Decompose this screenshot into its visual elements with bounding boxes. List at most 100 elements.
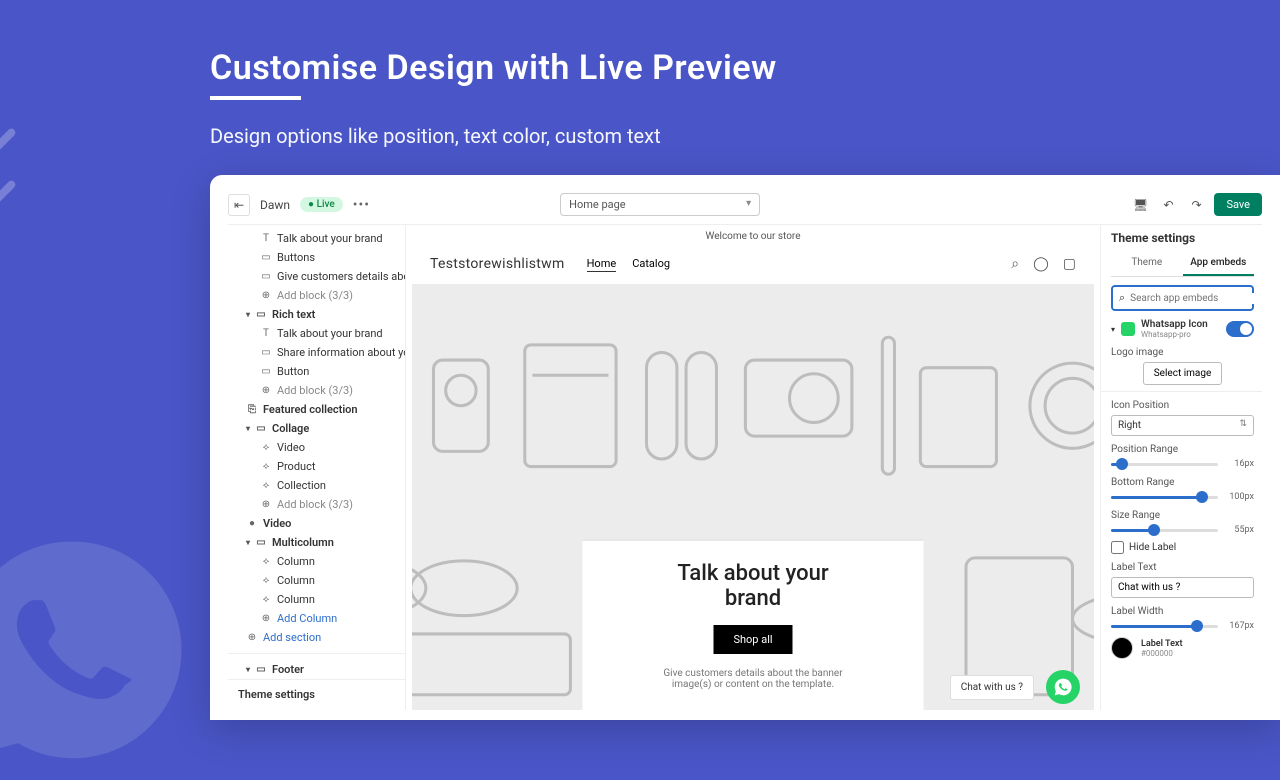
item-icon: ⎘ xyxy=(246,404,258,416)
item-icon: ⊕ xyxy=(260,385,272,397)
section-item[interactable]: ⟡Product xyxy=(228,457,405,476)
item-label: Rich text xyxy=(272,308,315,321)
bottom-range-label: Bottom Range xyxy=(1111,477,1254,488)
account-icon[interactable]: ◯ xyxy=(1033,256,1049,272)
section-item[interactable]: ⟡Column xyxy=(228,552,405,571)
label-width-label: Label Width xyxy=(1111,606,1254,617)
topbar: ⇤ Dawn ● Live ••• Home page 🖥 ↶ ↷ Save xyxy=(228,193,1262,225)
section-item[interactable]: ⟡Column xyxy=(228,590,405,609)
item-icon: ⊕ xyxy=(260,290,272,302)
chevron-down-icon: ▾ xyxy=(1111,325,1115,334)
store-nav: Home Catalog xyxy=(587,257,670,272)
section-item[interactable]: ⊕ Add block (3/3) xyxy=(228,495,405,514)
search-icon[interactable]: ⌕ xyxy=(1011,256,1019,272)
section-item[interactable]: ⊕Add section xyxy=(228,628,405,647)
item-label: Featured collection xyxy=(263,403,358,416)
exit-button[interactable]: ⇤ xyxy=(228,194,250,216)
section-item[interactable]: ⟡Collection xyxy=(228,476,405,495)
icon-position-select[interactable]: Right xyxy=(1111,415,1254,436)
more-menu[interactable]: ••• xyxy=(353,197,370,213)
item-label: Column xyxy=(277,593,315,606)
settings-title: Theme settings xyxy=(1111,231,1254,245)
theme-settings-link[interactable]: Theme settings xyxy=(228,679,405,709)
settings-panel: Theme settings Theme App embeds ⌕ ▾ What… xyxy=(1100,225,1262,710)
promo-hero: Customise Design with Live Preview Desig… xyxy=(210,48,777,148)
item-icon: T xyxy=(260,233,272,245)
tab-theme[interactable]: Theme xyxy=(1111,251,1183,276)
editor-app: ⇤ Dawn ● Live ••• Home page 🖥 ↶ ↷ Save T… xyxy=(210,175,1280,720)
item-label: Add section xyxy=(263,631,321,644)
page-selector[interactable]: Home page xyxy=(560,193,760,216)
size-range-value: 55px xyxy=(1224,525,1254,535)
item-icon: ▭ xyxy=(255,664,267,676)
hero-title: Talk about your brand xyxy=(663,561,844,611)
settings-tabs: Theme App embeds xyxy=(1111,251,1254,277)
section-item[interactable]: ⟡Column xyxy=(228,571,405,590)
size-range-slider[interactable] xyxy=(1111,529,1218,532)
chat-label-preview[interactable]: Chat with us ? xyxy=(950,675,1034,700)
item-label: Add block (3/3) xyxy=(277,384,353,397)
label-text-input[interactable] xyxy=(1111,577,1254,598)
background-decoration xyxy=(0,120,8,224)
shop-all-button[interactable]: Shop all xyxy=(713,625,792,654)
label-width-slider[interactable] xyxy=(1111,625,1218,628)
logo-image-label: Logo image xyxy=(1111,347,1254,358)
bottom-range-value: 100px xyxy=(1224,492,1254,502)
position-range-slider[interactable] xyxy=(1111,463,1218,466)
whatsapp-icon xyxy=(1121,322,1135,336)
hide-label-input[interactable] xyxy=(1111,541,1124,554)
hide-label-checkbox[interactable]: Hide Label xyxy=(1111,541,1254,554)
item-label: Add block (3/3) xyxy=(277,498,353,511)
search-input[interactable] xyxy=(1130,293,1262,304)
whatsapp-fab[interactable] xyxy=(1046,670,1080,704)
label-color-row[interactable]: Label Text #000000 xyxy=(1111,637,1254,659)
section-item[interactable]: ▭Give customers details abou... xyxy=(228,267,405,286)
item-label: Share information about you... xyxy=(277,346,405,359)
section-item[interactable]: ▾▭Rich text xyxy=(228,305,405,324)
redo-icon[interactable]: ↷ xyxy=(1186,195,1206,215)
section-item[interactable]: ▭Button xyxy=(228,362,405,381)
section-item[interactable]: ▭Share information about you... xyxy=(228,343,405,362)
position-range-label: Position Range xyxy=(1111,444,1254,455)
item-label: Product xyxy=(277,460,315,473)
nav-catalog[interactable]: Catalog xyxy=(632,257,670,272)
search-app-embeds[interactable]: ⌕ xyxy=(1111,285,1254,311)
item-label: Multicolumn xyxy=(272,536,334,549)
select-image-button[interactable]: Select image xyxy=(1143,362,1223,385)
embed-row[interactable]: ▾ Whatsapp Icon Whatsapp-pro xyxy=(1111,319,1254,339)
background-whatsapp-icon xyxy=(0,520,200,780)
embed-subtitle: Whatsapp-pro xyxy=(1141,330,1208,339)
item-icon: ⟡ xyxy=(260,575,272,587)
section-item[interactable]: ⎘ Featured collection xyxy=(228,400,405,419)
save-button[interactable]: Save xyxy=(1214,193,1262,216)
chevron-icon: ▾ xyxy=(246,538,250,547)
section-item[interactable]: ●Video xyxy=(228,514,405,533)
section-item[interactable]: ⊕Add Column xyxy=(228,609,405,628)
section-item[interactable]: ▾▭Collage xyxy=(228,419,405,438)
nav-home[interactable]: Home xyxy=(587,257,617,272)
section-item[interactable]: ▭Buttons xyxy=(228,248,405,267)
item-icon: ⟡ xyxy=(260,556,272,568)
store-header: Teststorewishlistwm Home Catalog ⌕ ◯ ▢ xyxy=(406,248,1100,280)
embed-toggle[interactable] xyxy=(1226,321,1254,337)
section-item[interactable]: ▾▭Footer xyxy=(228,660,405,679)
section-item[interactable]: ⊕Add block (3/3) xyxy=(228,286,405,305)
undo-icon[interactable]: ↶ xyxy=(1158,195,1178,215)
bottom-range-slider[interactable] xyxy=(1111,496,1218,499)
tab-app-embeds[interactable]: App embeds xyxy=(1183,251,1255,276)
item-icon: ⊕ xyxy=(260,499,272,511)
cart-icon[interactable]: ▢ xyxy=(1063,256,1076,272)
hero-image-area: Talk about your brand Shop all Give cust… xyxy=(412,284,1094,710)
item-icon: ▭ xyxy=(260,252,272,264)
section-item[interactable]: ▾▭Multicolumn xyxy=(228,533,405,552)
section-item[interactable]: ⊕ Add block (3/3) xyxy=(228,381,405,400)
color-swatch[interactable] xyxy=(1111,637,1133,659)
announcement-bar: Welcome to our store xyxy=(406,225,1100,248)
item-label: Talk about your brand xyxy=(277,327,383,340)
section-item[interactable]: ⟡Video xyxy=(228,438,405,457)
chevron-icon: ▾ xyxy=(246,424,250,433)
device-preview-icon[interactable]: 🖥 xyxy=(1130,195,1150,215)
section-item[interactable]: TTalk about your brand xyxy=(228,324,405,343)
section-item[interactable]: TTalk about your brand xyxy=(228,229,405,248)
item-icon: ▭ xyxy=(255,309,267,321)
